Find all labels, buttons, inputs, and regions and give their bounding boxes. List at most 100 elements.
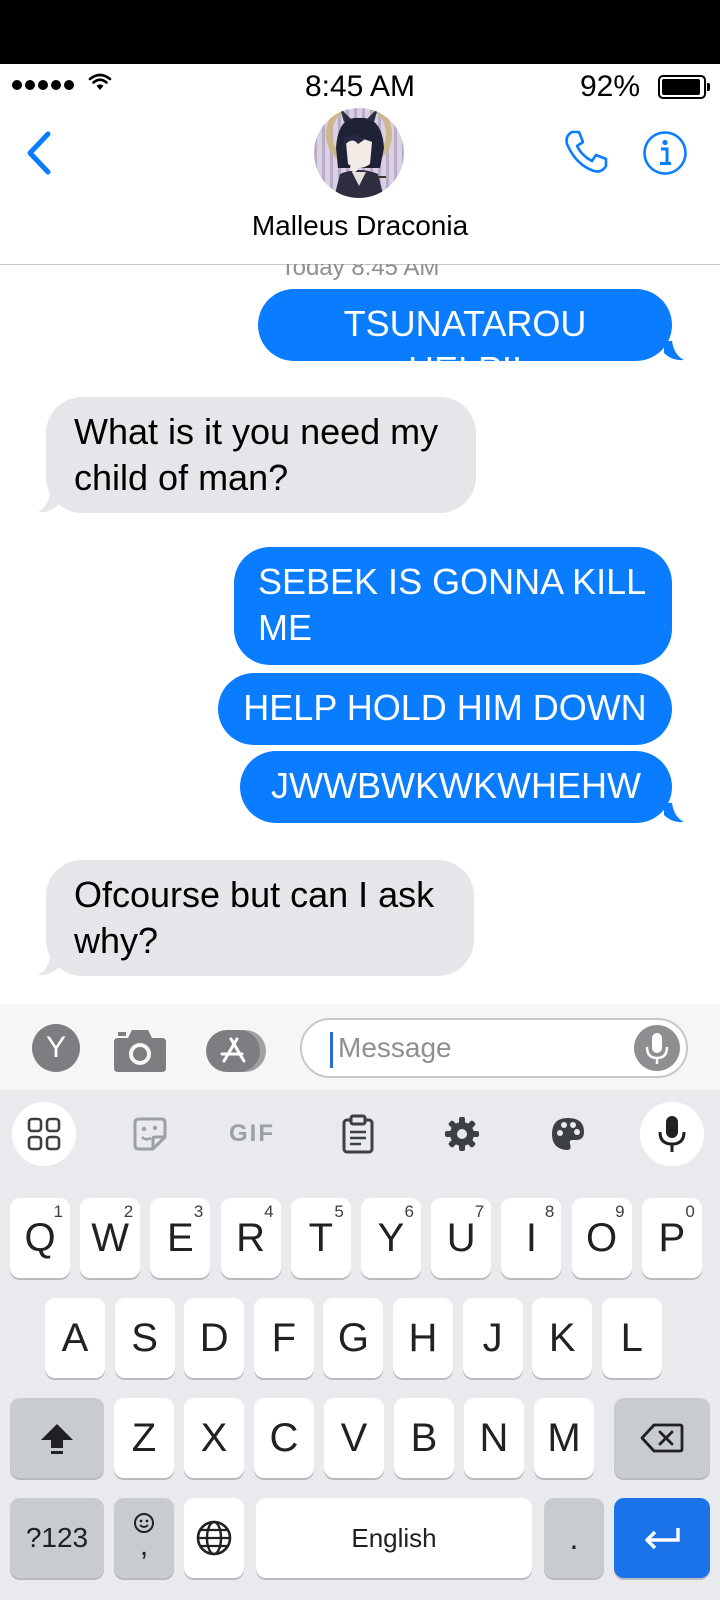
key-x[interactable]: X [184, 1398, 244, 1478]
key-v[interactable]: V [324, 1398, 384, 1478]
sticker-button[interactable] [118, 1102, 182, 1166]
key-o[interactable]: O9 [571, 1198, 632, 1278]
text-cursor [330, 1032, 333, 1068]
message-text: HELP HOLD HIM DOWN [243, 687, 647, 728]
key-i[interactable]: I8 [501, 1198, 562, 1278]
gif-button[interactable]: GIF [220, 1102, 284, 1166]
message-text: What is it you need my child of man? [74, 411, 439, 498]
settings-button[interactable] [430, 1102, 494, 1166]
key-s[interactable]: S [114, 1298, 175, 1378]
key-label: G [337, 1315, 369, 1360]
key-t[interactable]: T5 [290, 1198, 351, 1278]
status-bar: 8:45 AM 92% [0, 64, 720, 108]
key-u[interactable]: U7 [431, 1198, 492, 1278]
emoji-comma-key[interactable]: , [114, 1498, 174, 1578]
key-f[interactable]: F [253, 1298, 314, 1378]
apps-y-icon[interactable]: Y [32, 1024, 80, 1072]
symbols-key[interactable]: ?123 [10, 1498, 104, 1578]
back-chevron-icon[interactable] [22, 130, 58, 176]
key-label: L [620, 1315, 643, 1360]
key-label: S [131, 1315, 158, 1360]
shift-icon [41, 1424, 73, 1454]
camera-icon[interactable] [112, 1026, 168, 1074]
comma-key-label: , [139, 1529, 149, 1562]
message-input-bar: Y Message [0, 1004, 720, 1090]
key-label: I [525, 1215, 537, 1260]
key-l[interactable]: L [601, 1298, 662, 1378]
key-q[interactable]: Q1 [10, 1198, 70, 1278]
message-placeholder: Message [338, 1032, 452, 1063]
sent-message-bubble[interactable]: HELP HOLD HIM DOWN [218, 673, 672, 745]
sent-message-bubble[interactable]: TSUNATAROU HELP!! [258, 289, 672, 390]
keyboard: G I F ?123 , English . Q 1 W 2 E 3 R 4 T 5… [0, 1090, 720, 1600]
app-store-icon[interactable] [204, 1028, 270, 1074]
key-label: D [199, 1315, 229, 1360]
received-message-bubble[interactable]: Ofcourse but can I ask why? [46, 860, 474, 976]
language-key[interactable] [184, 1498, 244, 1578]
period-key-label: . [569, 1519, 579, 1556]
key-z[interactable]: Z [114, 1398, 174, 1478]
key-label: V [340, 1415, 368, 1460]
phone-call-icon[interactable] [562, 128, 610, 176]
clipboard-icon [342, 1114, 374, 1154]
key-y[interactable]: Y6 [361, 1198, 421, 1278]
contact-name[interactable]: Malleus Draconia [0, 210, 720, 242]
key-p[interactable]: P0 [641, 1198, 702, 1278]
key-hint-number: 2 [123, 1202, 134, 1221]
key-hint-number: 5 [334, 1202, 344, 1221]
key-label: M [547, 1415, 581, 1460]
clipboard-button[interactable] [326, 1102, 390, 1166]
key-w[interactable]: W2 [80, 1198, 141, 1278]
key-r[interactable]: R4 [220, 1198, 281, 1278]
key-d[interactable]: D [184, 1298, 245, 1378]
key-label: P [658, 1215, 686, 1260]
period-key[interactable]: . [544, 1498, 604, 1578]
key-label: U [446, 1215, 476, 1260]
enter-icon [645, 1528, 680, 1550]
message-text: JWWBWKWKWHEHW [271, 765, 641, 806]
thread-timestamp: Today 8:45 AM [280, 264, 440, 281]
key-n[interactable]: N [464, 1398, 524, 1478]
avatar-image [314, 108, 404, 198]
gif-label: GIF [229, 1120, 275, 1147]
sent-message-bubble[interactable]: SEBEK IS GONNA KILL ME [234, 547, 672, 665]
conversation-header: Malleus Draconia [0, 108, 720, 265]
key-k[interactable]: K [532, 1298, 593, 1378]
voice-input-button[interactable] [640, 1102, 704, 1166]
key-label: H [408, 1315, 438, 1360]
contact-avatar[interactable] [314, 108, 404, 198]
key-label: F [271, 1315, 297, 1360]
key-h[interactable]: H [393, 1298, 453, 1378]
enter-key[interactable] [614, 1498, 710, 1578]
message-text: TSUNATAROU HELP!! [343, 303, 587, 390]
key-g[interactable]: G [323, 1298, 384, 1378]
key-label: O [586, 1215, 618, 1260]
battery-icon [658, 75, 710, 99]
key-m[interactable]: M [534, 1398, 594, 1478]
key-label: Z [131, 1415, 157, 1460]
backspace-icon [640, 1423, 684, 1453]
key-hint-number: 7 [474, 1202, 485, 1221]
key-e[interactable]: E3 [150, 1198, 211, 1278]
received-message-bubble[interactable]: What is it you need my child of man? [46, 397, 476, 513]
info-icon[interactable] [642, 130, 688, 176]
gear-icon [445, 1117, 479, 1151]
key-hint-number: 8 [544, 1202, 555, 1221]
key-label: A [61, 1315, 89, 1360]
key-j[interactable]: J [462, 1298, 523, 1378]
message-input[interactable]: Message [300, 1018, 688, 1078]
space-bar-label: English [351, 1522, 437, 1553]
globe-icon [196, 1520, 232, 1556]
grid-icon [27, 1117, 61, 1151]
sent-message-bubble[interactable]: JWWBWKWKWHEHW [240, 751, 672, 823]
key-c[interactable]: C [254, 1398, 314, 1478]
backspace-key[interactable] [614, 1398, 710, 1478]
keyboard-apps-button[interactable] [12, 1102, 76, 1166]
key-a[interactable]: A [45, 1298, 105, 1378]
theme-button[interactable] [536, 1102, 600, 1166]
key-label: K [548, 1315, 576, 1360]
space-bar[interactable]: English [256, 1498, 532, 1578]
dictation-mic-icon[interactable] [634, 1025, 680, 1071]
shift-key[interactable] [10, 1398, 104, 1478]
key-b[interactable]: B [394, 1398, 454, 1478]
